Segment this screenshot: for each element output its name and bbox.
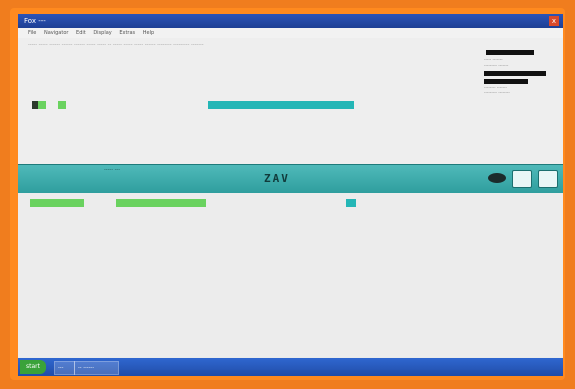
row-cell-highlight[interactable] [58, 101, 66, 109]
close-button[interactable]: x [549, 16, 559, 26]
screen: Fox --- x File Navigator Edit Display Ex… [18, 14, 563, 376]
taskbar-item[interactable]: -- ------ [74, 361, 119, 375]
row-cell-highlight[interactable] [30, 199, 84, 207]
menubar: File Navigator Edit Display Extras Help [18, 28, 563, 38]
toolbar-label: ----- --- [104, 167, 121, 173]
row-cell[interactable] [86, 199, 112, 207]
arrow-button[interactable] [538, 170, 558, 188]
lower-row [28, 199, 358, 207]
row-cell-highlight[interactable] [38, 101, 46, 109]
start-button[interactable]: start [20, 360, 46, 374]
menu-item-edit[interactable]: Edit [76, 30, 86, 36]
row-cell-selected[interactable] [346, 199, 356, 207]
window-title: Fox --- [24, 17, 46, 25]
row-cell-selected[interactable] [208, 101, 354, 109]
taskbar-item[interactable]: --- [54, 361, 75, 375]
toolbar: ----- --- ZAV [18, 164, 563, 194]
menu-item-navigator[interactable]: Navigator [44, 30, 68, 36]
upper-panel: ----- ----- ------ ------ ------ ----- -… [18, 38, 563, 164]
row-cell[interactable] [208, 199, 344, 207]
menu-item-help[interactable]: Help [143, 30, 154, 36]
lower-panel [18, 193, 563, 357]
side-label-4: --------- -------- [484, 90, 510, 95]
menu-item-display[interactable]: Display [93, 30, 111, 36]
eye-icon[interactable] [488, 173, 506, 183]
upper-row [32, 101, 432, 109]
row-cell[interactable] [72, 101, 212, 109]
row-cell-highlight[interactable] [116, 199, 206, 207]
menu-item-file[interactable]: File [28, 30, 36, 36]
taskbar: start --- -- ------ [18, 358, 563, 376]
redacted-bar [484, 79, 528, 84]
info-text: ----- ----- ------ ------ ------ ----- -… [28, 42, 204, 48]
side-label-2: --------- ------- [484, 63, 509, 68]
side-label-1: ----- ------- [484, 57, 503, 62]
toolbar-code: ZAV [264, 172, 290, 185]
redacted-bar [486, 50, 534, 55]
menu-item-extras[interactable]: Extras [119, 30, 135, 36]
redacted-bar [484, 71, 546, 76]
grid-button[interactable] [512, 170, 532, 188]
window-titlebar[interactable]: Fox --- x [18, 14, 563, 28]
